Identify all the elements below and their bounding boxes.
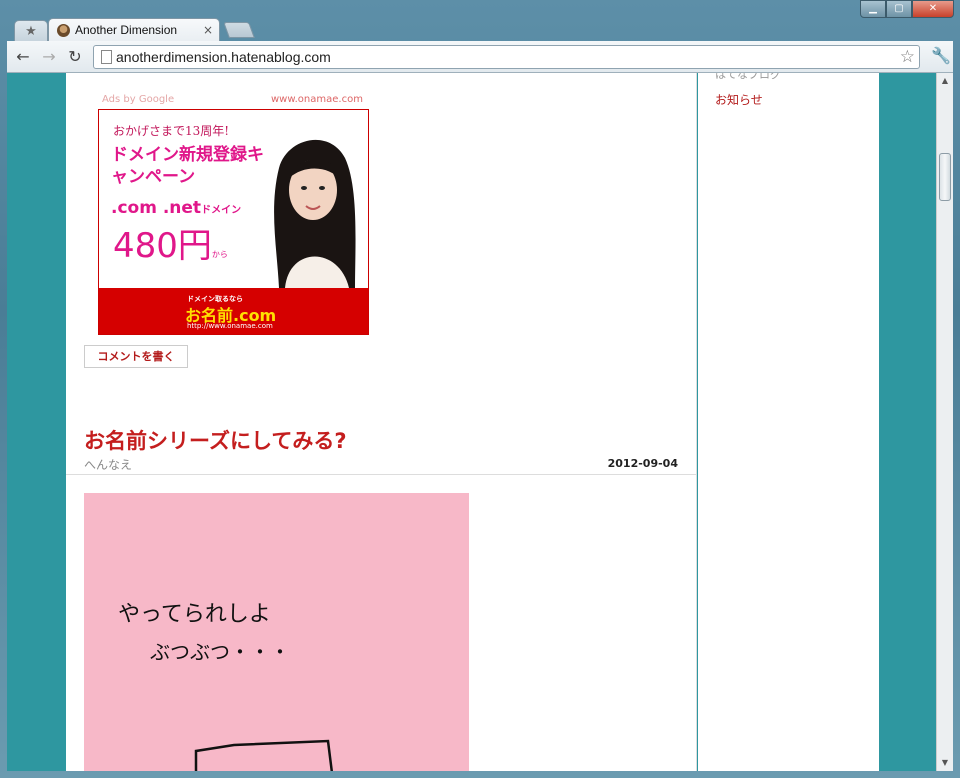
post-date[interactable]: 2012-09-04: [608, 457, 678, 470]
ad-tlds: .com .netドメイン: [111, 198, 242, 218]
maximize-button[interactable]: ▢: [886, 0, 912, 18]
address-bar[interactable]: anotherdimension.hatenablog.com ☆: [93, 45, 920, 69]
sidebar-link-news[interactable]: お知らせ: [715, 91, 763, 108]
close-window-button[interactable]: ✕: [912, 0, 954, 18]
wrench-icon[interactable]: 🔧: [931, 46, 951, 65]
ad-footer: ドメイン取るなら お名前.com http://www.onamae.com: [99, 288, 368, 334]
vertical-scrollbar[interactable]: ▲ ▼: [936, 73, 953, 771]
ad-model-image: [274, 139, 356, 288]
new-tab-button[interactable]: [223, 22, 255, 38]
ad-campaign: ドメイン新規登録キャンペーン: [111, 145, 264, 187]
favicon-icon: [57, 24, 70, 37]
minimize-button[interactable]: ▁: [860, 0, 886, 18]
scroll-up-icon[interactable]: ▲: [937, 73, 953, 89]
window-controls: ▁ ▢ ✕: [860, 0, 954, 18]
ad-url: http://www.onamae.com: [187, 322, 273, 330]
tab-title: Another Dimension: [75, 23, 178, 37]
scroll-down-icon[interactable]: ▼: [937, 755, 953, 771]
post-title[interactable]: お名前シリーズにしてみる?: [84, 425, 347, 455]
bookmark-star-icon[interactable]: ☆: [900, 47, 915, 67]
browser-window: ★ Another Dimension × ▁ ▢ ✕ ← → ↻ anothe…: [0, 0, 960, 778]
forward-arrow-icon[interactable]: →: [39, 47, 59, 67]
url-text[interactable]: anotherdimension.hatenablog.com: [116, 49, 331, 65]
divider: [66, 474, 697, 475]
page-viewport: Ads by Google www.onamae.com おかげさまで13周年!…: [7, 73, 953, 771]
post-image: やってられしよ ぶつぶつ・・・: [84, 493, 469, 771]
tab-strip: ★ Another Dimension × ▁ ▢ ✕: [0, 0, 960, 42]
post-image-text-2: ぶつぶつ・・・: [150, 640, 290, 664]
ads-by-google[interactable]: Ads by Google: [102, 94, 174, 105]
ad-anniversary: おかげさまで13周年!: [113, 124, 230, 138]
ad-banner[interactable]: おかげさまで13周年! ドメイン新規登録キャンペーン .com .netドメイン…: [98, 109, 369, 335]
back-arrow-icon[interactable]: ←: [13, 47, 33, 67]
post-image-text-1: やってられしよ: [118, 602, 271, 627]
sidebar-heading: はてなブログ: [715, 73, 781, 81]
main-column: Ads by Google www.onamae.com おかげさまで13周年!…: [66, 73, 697, 771]
scroll-thumb[interactable]: [939, 153, 951, 201]
page-icon: [101, 50, 112, 64]
ad-price: 480円から: [113, 226, 228, 266]
apps-tab-star-icon[interactable]: ★: [14, 20, 48, 42]
browser-toolbar: ← → ↻ anotherdimension.hatenablog.com ☆ …: [7, 41, 953, 73]
reload-icon[interactable]: ↻: [65, 47, 85, 67]
post-category[interactable]: へんなえ: [84, 456, 132, 473]
ad-domain-link[interactable]: www.onamae.com: [271, 94, 363, 105]
write-comment-button[interactable]: コメントを書く: [84, 345, 188, 368]
ad-top: おかげさまで13周年! ドメイン新規登録キャンペーン .com .netドメイン…: [99, 110, 368, 288]
tab-another-dimension[interactable]: Another Dimension ×: [48, 18, 220, 42]
tab-close-icon[interactable]: ×: [203, 23, 213, 37]
sidebar: はてなブログ お知らせ: [698, 73, 879, 771]
